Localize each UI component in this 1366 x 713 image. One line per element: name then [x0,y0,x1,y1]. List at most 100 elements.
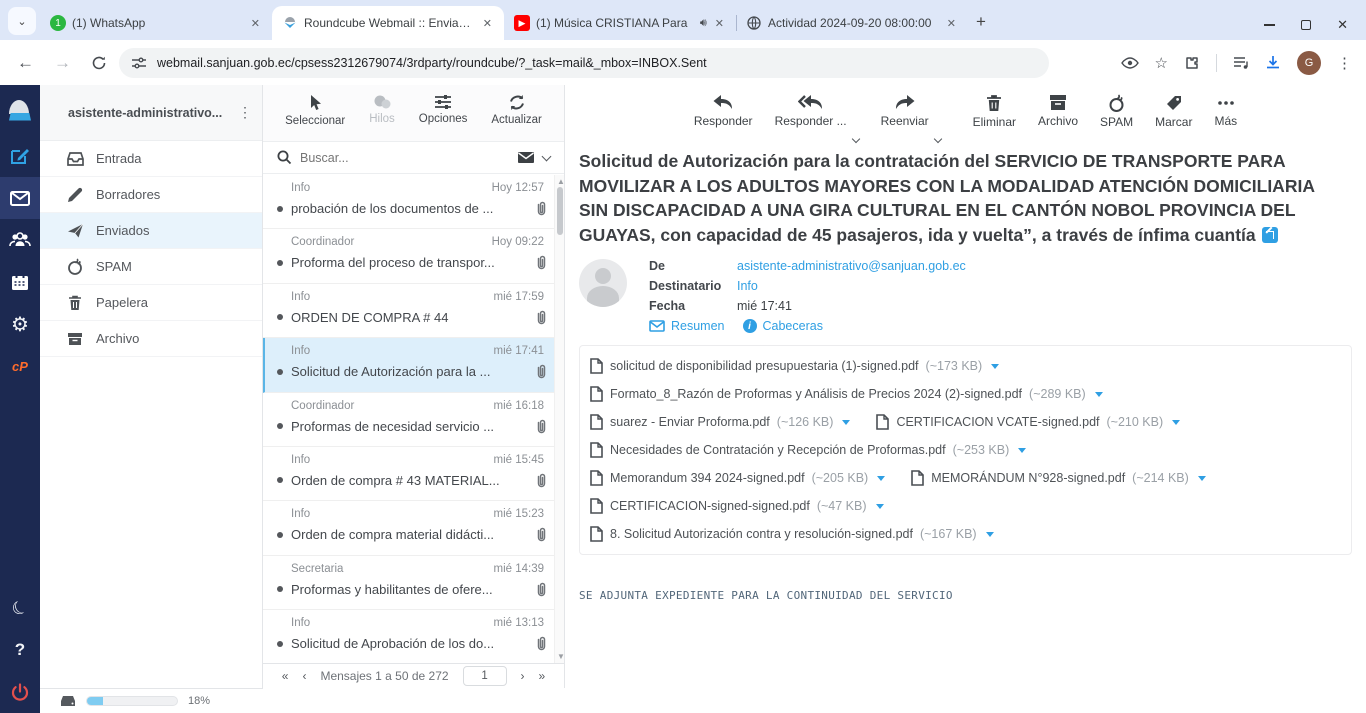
attachment-menu-icon[interactable] [1095,392,1103,397]
message-row[interactable]: InfoHoy 12:57 probación de los documento… [263,175,554,229]
scroll-down-icon[interactable]: ▼ [557,652,565,661]
tab-youtube[interactable]: ▶ (1) Música CRISTIANA Para 🔊︎ ✕ [504,6,736,40]
search-input[interactable] [300,151,517,165]
attachment[interactable]: solicitud de disponibilidad presupuestar… [590,358,999,374]
list-scrollbar[interactable]: ▲ ▼ [554,175,564,663]
to-address-link[interactable]: Info [737,279,758,293]
mail-icon[interactable] [0,177,40,219]
folder-spam[interactable]: SPAM [40,249,262,285]
attachment[interactable]: MEMORÁNDUM N°928-signed.pdf(~214 KB) [911,470,1206,486]
message-row[interactable]: Secretariamié 14:39 Proformas y habilita… [263,556,554,610]
tab-whatsapp[interactable]: 1 (1) WhatsApp ✕ [40,6,272,40]
search-options-chevron-icon[interactable] [542,151,552,161]
folder-enviados[interactable]: Enviados [40,213,262,249]
mark-button[interactable]: Marcar [1155,94,1192,129]
next-page-icon[interactable]: › [521,669,525,683]
preview-eye-icon[interactable] [1121,57,1139,69]
close-tab-icon[interactable]: ✕ [943,15,960,32]
search-scope-mail-icon[interactable] [517,151,535,164]
scroll-up-icon[interactable]: ▲ [557,177,565,186]
close-window-button[interactable]: ✕ [1337,20,1348,30]
attachment-menu-icon[interactable] [876,504,884,509]
tab-roundcube[interactable]: Roundcube Webmail :: Enviado: ✕ [272,6,504,40]
cpanel-icon[interactable]: cP [0,345,40,387]
summary-link[interactable]: Resumen [649,319,725,333]
attachment-menu-icon[interactable] [1198,476,1206,481]
contacts-icon[interactable] [0,219,40,261]
back-icon[interactable]: ← [17,53,34,73]
site-settings-icon[interactable] [131,55,147,71]
help-icon[interactable]: ? [0,629,40,671]
attachment-menu-icon[interactable] [986,532,994,537]
attachment[interactable]: suarez - Enviar Proforma.pdf(~126 KB) [590,414,850,430]
reload-icon[interactable] [91,55,107,71]
page-input[interactable]: 1 [463,666,507,686]
headers-link[interactable]: i Cabeceras [743,319,823,333]
bookmark-star-icon[interactable]: ☆ [1155,54,1168,72]
attachment[interactable]: Formato_8_Razón de Proformas y Análisis … [590,386,1103,402]
message-row[interactable]: Infomié 13:13 Solicitud de Aprobación de… [263,610,554,663]
forward-button[interactable]: Reenviar [881,94,929,128]
reading-list-icon[interactable] [1233,56,1249,70]
message-row[interactable]: Infomié 17:59 ORDEN DE COMPRA # 44 [263,284,554,338]
logout-power-icon[interactable] [0,671,40,713]
settings-gear-icon[interactable]: ⚙ [0,303,40,345]
folder-papelera[interactable]: Papelera [40,285,262,321]
new-tab-button[interactable]: + [976,12,986,32]
external-link-icon[interactable] [1262,227,1278,243]
message-row[interactable]: CoordinadorHoy 09:22 Proforma del proces… [263,229,554,283]
folder-menu-icon[interactable]: ⋮ [238,110,252,115]
close-tab-icon[interactable]: ✕ [711,15,728,32]
minimize-button[interactable] [1264,24,1275,26]
attachment-menu-icon[interactable] [1172,420,1180,425]
attachment[interactable]: 8. Solicitud Autorización contra y resol… [590,526,994,542]
attachment[interactable]: Necesidades de Contratación y Recepción … [590,442,1026,458]
extensions-icon[interactable] [1184,55,1200,71]
attachment-menu-icon[interactable] [842,420,850,425]
refresh-button[interactable]: Actualizar [491,94,542,126]
attachment-menu-icon[interactable] [991,364,999,369]
browser-menu-icon[interactable]: ⋮ [1337,54,1352,72]
message-row[interactable]: Infomié 15:23 Orden de compra material d… [263,501,554,555]
spam-button[interactable]: SPAM [1100,94,1133,129]
scrollbar-thumb[interactable] [557,187,563,235]
compose-icon[interactable] [0,135,40,177]
archive-button[interactable]: Archivo [1038,94,1078,128]
maximize-button[interactable] [1301,20,1311,30]
folder-archivo[interactable]: Archivo [40,321,262,357]
first-page-icon[interactable]: « [282,669,289,683]
reply-button[interactable]: Responder [694,94,753,128]
folder-borradores[interactable]: Borradores [40,177,262,213]
dark-mode-moon-icon[interactable]: ☾ [0,587,40,629]
more-button[interactable]: Más [1214,94,1237,128]
last-page-icon[interactable]: » [539,669,546,683]
forward-icon[interactable]: → [54,53,71,73]
address-bar[interactable]: webmail.sanjuan.gob.ec/cpsess2312679074/… [119,48,1049,78]
message-row[interactable]: Infomié 15:45 Orden de compra # 43 MATER… [263,447,554,501]
options-button[interactable]: Opciones [419,94,468,125]
attachment[interactable]: Memorandum 394 2024-signed.pdf(~205 KB) [590,470,885,486]
attachment[interactable]: CERTIFICACION VCATE-signed.pdf(~210 KB) [876,414,1180,430]
tab-actividad[interactable]: Actividad 2024-09-20 08:00:00 ✕ [736,6,968,40]
reply-all-button[interactable]: Responder ... [775,94,847,128]
attachment-menu-icon[interactable] [877,476,885,481]
download-icon[interactable] [1265,55,1281,71]
close-tab-icon[interactable]: ✕ [247,15,264,32]
message-row-selected[interactable]: Infomié 17:41 Solicitud de Autorización … [263,338,554,392]
message-row[interactable]: Coordinadormié 16:18 Proformas de necesi… [263,393,554,447]
delete-button[interactable]: Eliminar [973,94,1016,129]
roundcube-logo[interactable] [0,85,40,135]
tab-search-button[interactable]: ⌄ [8,7,36,35]
attachment-menu-icon[interactable] [1018,448,1026,453]
attachment[interactable]: CERTIFICACION-signed-signed.pdf(~47 KB) [590,498,884,514]
from-address-link[interactable]: asistente-administrativo@sanjuan.gob.ec [737,259,966,273]
tab-audio-icon[interactable]: 🔊︎ [700,17,707,30]
profile-avatar[interactable]: G [1297,51,1321,75]
folder-entrada[interactable]: Entrada [40,141,262,177]
select-button[interactable]: Seleccionar [285,94,345,127]
prev-page-icon[interactable]: ‹ [302,669,306,683]
close-tab-icon[interactable]: ✕ [479,15,496,32]
account-header[interactable]: asistente-administrativo... ⋮ [40,85,262,141]
calendar-icon[interactable] [0,261,40,303]
threads-button[interactable]: Hilos [369,94,395,125]
